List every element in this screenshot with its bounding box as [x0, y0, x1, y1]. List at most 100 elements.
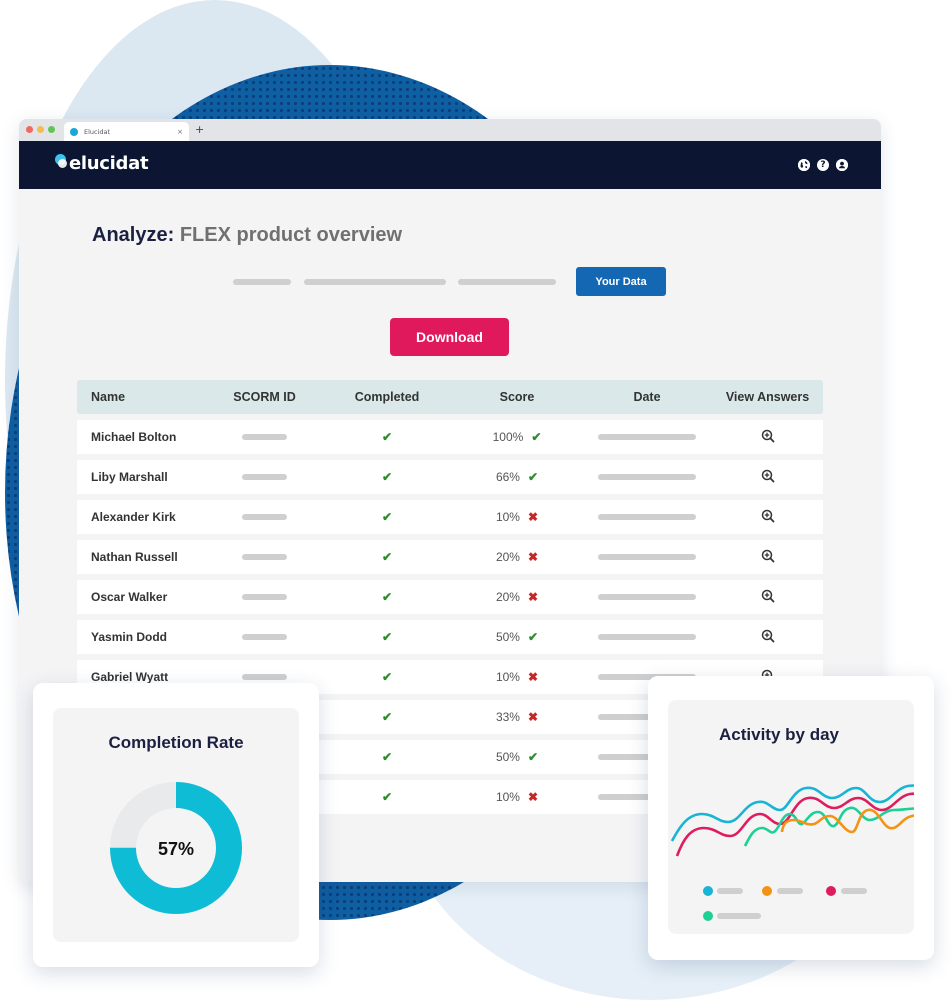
view-answers-button[interactable]	[712, 589, 823, 606]
fail-cross-icon: ✖	[527, 670, 539, 684]
score-value: 33%	[495, 710, 520, 724]
fail-cross-icon: ✖	[527, 710, 539, 724]
table-row[interactable]: Oscar Walker ✔ 20% ✖	[77, 580, 823, 614]
tab-close-icon[interactable]: ×	[177, 128, 183, 136]
completed-check-icon: ✔	[381, 630, 393, 644]
zoom-in-icon[interactable]	[761, 549, 775, 566]
scorm-id-placeholder	[242, 594, 287, 600]
view-answers-button[interactable]	[712, 549, 823, 566]
row-name: Liby Marshall	[91, 470, 168, 484]
date-placeholder	[598, 634, 696, 640]
legend-cyan-dot	[703, 886, 713, 896]
filter-placeholder-2[interactable]	[304, 279, 446, 285]
header-name[interactable]: Name	[77, 390, 207, 404]
your-data-button[interactable]: Your Data	[576, 267, 666, 296]
completed-check-icon: ✔	[381, 470, 393, 484]
table-row[interactable]: Liby Marshall ✔ 66% ✔	[77, 460, 823, 494]
legend-green-dot	[703, 911, 713, 921]
score-value: 20%	[495, 550, 520, 564]
completed-check-icon: ✔	[381, 710, 393, 724]
legend-pink-dot	[826, 886, 836, 896]
browser-tab[interactable]: Elucidat ×	[64, 122, 189, 141]
new-tab-button[interactable]: +	[195, 123, 204, 136]
pass-check-icon: ✔	[527, 470, 539, 484]
date-placeholder	[598, 554, 696, 560]
completed-check-icon: ✔	[381, 750, 393, 764]
scorm-id-placeholder	[242, 554, 287, 560]
window-close-dot[interactable]	[26, 126, 33, 133]
zoom-in-icon[interactable]	[761, 469, 775, 486]
filter-placeholder-3[interactable]	[458, 279, 556, 285]
fail-cross-icon: ✖	[527, 550, 539, 564]
row-name: Michael Bolton	[91, 430, 177, 444]
page-title: Analyze: FLEX product overview	[92, 224, 402, 247]
table-row[interactable]: Michael Bolton ✔ 100% ✔	[77, 420, 823, 454]
header-view-answers[interactable]: View Answers	[712, 390, 823, 404]
completed-check-icon: ✔	[381, 430, 393, 444]
window-minimize-dot[interactable]	[37, 126, 44, 133]
header-completed[interactable]: Completed	[322, 390, 452, 404]
pass-check-icon: ✔	[527, 750, 539, 764]
elucidat-logo[interactable]: elucidat	[55, 153, 149, 174]
logo-mark-icon	[55, 154, 69, 174]
legend-pink-label	[841, 888, 867, 894]
favicon-icon	[70, 127, 78, 136]
zoom-in-icon[interactable]	[761, 589, 775, 606]
view-answers-button[interactable]	[712, 429, 823, 446]
scorm-id-placeholder	[242, 634, 287, 640]
score-value: 10%	[495, 790, 520, 804]
activity-legend	[703, 886, 903, 926]
fail-cross-icon: ✖	[527, 510, 539, 524]
view-answers-button[interactable]	[712, 629, 823, 646]
pass-check-icon: ✔	[527, 630, 539, 644]
zoom-in-icon[interactable]	[761, 509, 775, 526]
completed-check-icon: ✔	[381, 670, 393, 684]
filter-placeholder-1[interactable]	[233, 279, 291, 285]
score-value: 50%	[495, 630, 520, 644]
row-name: Gabriel Wyatt	[91, 670, 169, 684]
zoom-in-icon[interactable]	[761, 429, 775, 446]
page-title-course: FLEX product overview	[179, 224, 403, 246]
view-answers-button[interactable]	[712, 509, 823, 526]
score-value: 10%	[495, 670, 520, 684]
table-row[interactable]: Alexander Kirk ✔ 10% ✖	[77, 500, 823, 534]
logo-text: elucidat	[69, 153, 149, 174]
view-answers-button[interactable]	[712, 469, 823, 486]
window-maximize-dot[interactable]	[48, 126, 55, 133]
series-orange-line	[780, 808, 914, 834]
completed-check-icon: ✔	[381, 510, 393, 524]
legend-orange-dot	[762, 886, 772, 896]
score-value: 66%	[495, 470, 520, 484]
date-placeholder	[598, 594, 696, 600]
scorm-id-placeholder	[242, 674, 287, 680]
pass-check-icon: ✔	[531, 430, 542, 444]
help-icon[interactable]: ?	[817, 159, 829, 171]
header-date[interactable]: Date	[582, 390, 712, 404]
table-row[interactable]: Nathan Russell ✔ 20% ✖	[77, 540, 823, 574]
tab-title: Elucidat	[84, 127, 111, 136]
scorm-id-placeholder	[242, 474, 287, 480]
header-scorm-id[interactable]: SCORM ID	[207, 390, 322, 404]
date-placeholder	[598, 474, 696, 480]
table-row[interactable]: Yasmin Dodd ✔ 50% ✔	[77, 620, 823, 654]
completion-rate-title: Completion Rate	[108, 733, 244, 752]
completion-donut-chart: 57%	[110, 782, 242, 914]
row-name: Oscar Walker	[91, 590, 168, 604]
zoom-in-icon[interactable]	[761, 629, 775, 646]
date-placeholder	[598, 434, 696, 440]
score-value: 10%	[495, 510, 520, 524]
date-placeholder	[598, 514, 696, 520]
scorm-id-placeholder	[242, 434, 287, 440]
row-name: Alexander Kirk	[91, 510, 176, 524]
fail-cross-icon: ✖	[527, 590, 539, 604]
completion-rate-card: Completion Rate 57%	[33, 683, 319, 967]
app-header: elucidat ?	[19, 141, 881, 189]
completed-check-icon: ✔	[381, 790, 393, 804]
donut-label: 57%	[158, 839, 194, 859]
globe-icon[interactable]	[798, 159, 810, 171]
row-name: Nathan Russell	[91, 550, 178, 564]
header-score[interactable]: Score	[452, 390, 582, 404]
score-value: 100%	[492, 430, 524, 444]
download-button[interactable]: Download	[390, 318, 509, 356]
user-icon[interactable]	[836, 159, 848, 171]
